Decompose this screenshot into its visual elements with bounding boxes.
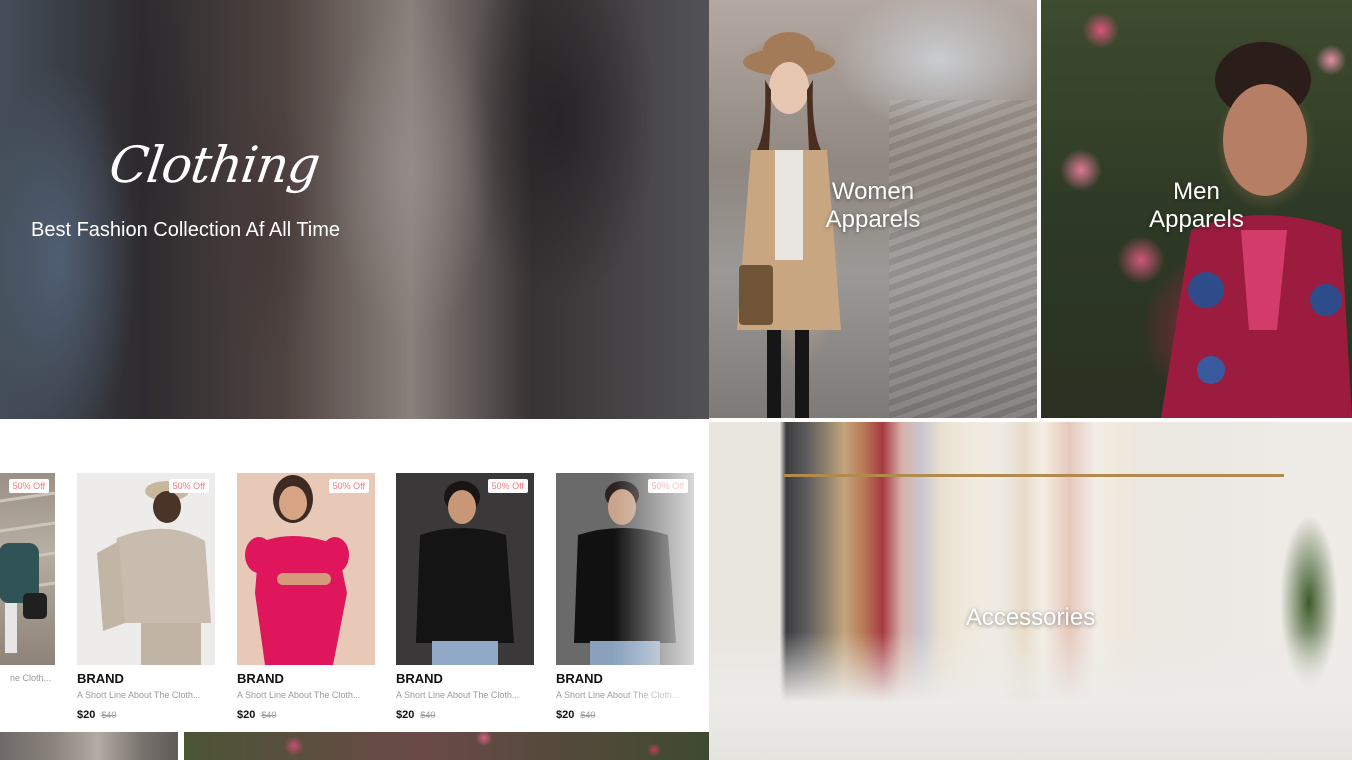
bottom-tile-left[interactable] — [0, 732, 178, 760]
product-image: 50% Off — [237, 473, 375, 665]
women-apparels-label: Women Apparels — [825, 178, 921, 233]
category-accessories[interactable]: Accessories — [709, 422, 1352, 760]
product-image: 50% Off — [396, 473, 534, 665]
category-men-apparels[interactable]: Men Apparels — [1041, 0, 1352, 418]
product-price: $20 — [77, 709, 96, 721]
product-brand: BRAND — [556, 671, 603, 686]
product-old-price: $40 — [101, 710, 117, 720]
product-old-price: $40 — [580, 710, 596, 720]
product-description: A Short Line About The Cloth... — [237, 690, 361, 700]
discount-badge: 50% Off — [487, 479, 528, 493]
hero-script-title: Clothing — [105, 136, 323, 194]
category-women-apparels[interactable]: Women Apparels — [709, 0, 1037, 418]
product-image: 50% Off — [77, 473, 215, 665]
product-price: $20 — [556, 709, 575, 721]
product-card[interactable]: 50% Off BRAND A Short Line About The Clo… — [77, 473, 215, 723]
product-description: A Short Line About The Cloth... — [556, 690, 680, 700]
product-description: ne Cloth... — [9, 673, 51, 683]
discount-badge: 50% Off — [168, 479, 209, 493]
product-image: 50% Off — [0, 473, 55, 665]
product-price: $20 — [396, 709, 415, 721]
product-brand: BRAND — [237, 671, 284, 686]
men-apparels-label: Men Apparels — [1149, 178, 1244, 233]
hero-overlay — [0, 0, 709, 419]
accessories-label: Accessories — [965, 604, 1096, 631]
discount-badge: 50% Off — [647, 479, 688, 493]
product-card[interactable]: 50% Off ne Cloth... — [0, 473, 55, 684]
bottom-tile-middle[interactable] — [184, 732, 709, 760]
hero-banner[interactable]: Clothing Best Fashion Collection Af All … — [0, 0, 709, 419]
product-description: A Short Line About The Cloth... — [396, 690, 520, 700]
product-brand: BRAND — [396, 671, 443, 686]
product-brand: BRAND — [77, 671, 124, 686]
product-carousel[interactable]: 50% Off ne Cloth... 50% Off BRAND A Shor… — [0, 420, 709, 732]
product-old-price: $40 — [420, 710, 436, 720]
product-old-price: $40 — [261, 710, 277, 720]
product-image: 50% Off — [556, 473, 694, 665]
hero-tagline: Best Fashion Collection Af All Time — [31, 219, 341, 241]
product-description: A Short Line About The Cloth... — [77, 690, 201, 700]
discount-badge: 50% Off — [8, 479, 49, 493]
discount-badge: 50% Off — [328, 479, 369, 493]
product-card[interactable]: 50% Off BRAND A Short Line About The Clo… — [237, 473, 375, 723]
product-price: $20 — [237, 709, 256, 721]
product-card[interactable]: 50% Off BRAND A Short Line About The Clo… — [556, 473, 694, 723]
product-card[interactable]: 50% Off BRAND A Short Line About The Clo… — [396, 473, 534, 723]
